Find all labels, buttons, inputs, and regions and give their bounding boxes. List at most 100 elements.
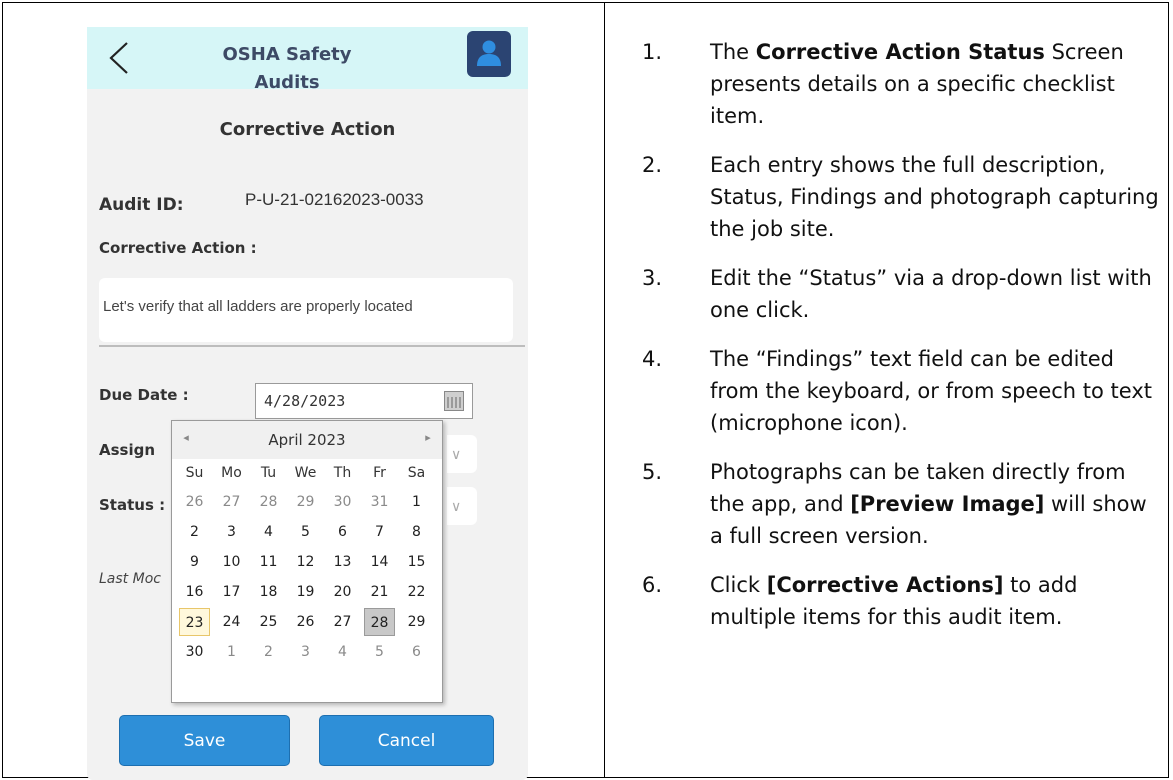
back-arrow-icon[interactable] xyxy=(105,41,133,75)
assign-dropdown[interactable]: ∨ xyxy=(447,435,477,473)
calendar-day[interactable]: 27 xyxy=(327,608,358,636)
assign-label: Assign xyxy=(99,441,156,459)
corrective-action-text: Let's verify that all ladders are proper… xyxy=(103,298,413,315)
instruction-text: Each entry shows the full description, S… xyxy=(710,153,1159,241)
calendar-day[interactable]: 7 xyxy=(364,518,395,546)
calendar-day[interactable]: 25 xyxy=(253,608,284,636)
instruction-number: 3. xyxy=(642,266,663,290)
instruction-text: The “Findings” text field can be edited … xyxy=(710,347,1152,435)
instruction-number: 6. xyxy=(642,573,663,597)
phone-screen: OSHA Safety Audits Corrective Action Aud… xyxy=(87,27,528,780)
instruction-number: 1. xyxy=(642,40,663,64)
calendar-days-grid: 26 27 28 29 30 31 1 2 3 4 5 6 7 8 9 10 11 12 13 14 15 16 17 18 1… xyxy=(176,487,438,667)
instruction-item: 4. The “Findings” text field can be edite… xyxy=(642,343,1162,439)
calendar-day[interactable]: 12 xyxy=(290,548,321,576)
calendar-day[interactable]: 2 xyxy=(253,638,284,666)
weekday-header: Su Mo Tu We Th Fr Sa xyxy=(176,461,438,485)
instruction-emphasis: [Preview Image] xyxy=(850,492,1045,516)
instruction-text: The xyxy=(710,40,756,64)
next-month-icon[interactable]: ▸ xyxy=(420,431,436,444)
calendar-day[interactable]: 4 xyxy=(253,518,284,546)
app-header: OSHA Safety Audits xyxy=(87,27,528,93)
corrective-action-label: Corrective Action : xyxy=(99,239,257,257)
date-picker-popup: ◂ April 2023 ▸ Su Mo Tu We Th Fr Sa 26 27 28 29 30… xyxy=(171,420,443,703)
instruction-number: 5. xyxy=(642,460,663,484)
calendar-day[interactable]: 1 xyxy=(216,638,247,666)
calendar-day[interactable]: 31 xyxy=(364,488,395,516)
weekday-label: Sa xyxy=(407,465,426,481)
calendar-header: ◂ April 2023 ▸ xyxy=(172,421,442,459)
calendar-day[interactable]: 27 xyxy=(216,488,247,516)
weekday-label: Tu xyxy=(260,465,277,481)
instruction-emphasis: Corrective Action Status xyxy=(755,40,1045,64)
screen-title: Corrective Action xyxy=(219,119,396,140)
instruction-item: 5. Photographs can be taken directly from… xyxy=(642,456,1162,552)
field-underline xyxy=(99,345,525,347)
chevron-down-icon: ∨ xyxy=(451,499,462,515)
calendar-day[interactable]: 29 xyxy=(401,608,432,636)
last-modified-label: Last Moc xyxy=(99,571,161,587)
cancel-button[interactable]: Cancel xyxy=(319,715,494,766)
due-date-input[interactable]: 4/28/2023 xyxy=(255,383,473,419)
weekday-label: Th xyxy=(333,465,352,481)
calendar-day[interactable]: 4 xyxy=(327,638,358,666)
instruction-text: Edit the “Status” via a drop-down list w… xyxy=(710,266,1152,322)
instruction-item: 1. The Corrective Action Status Screen pr… xyxy=(642,36,1162,132)
calendar-day[interactable]: 3 xyxy=(290,638,321,666)
user-avatar-icon[interactable] xyxy=(467,31,511,77)
calendar-day[interactable]: 13 xyxy=(327,548,358,576)
corrective-action-field[interactable]: Let's verify that all ladders are proper… xyxy=(99,278,513,342)
instruction-item: 3. Edit the “Status” via a drop-down list… xyxy=(642,262,1162,326)
calendar-month-label: April 2023 xyxy=(268,431,346,449)
due-date-value: 4/28/2023 xyxy=(264,392,346,410)
weekday-label: Su xyxy=(185,465,204,481)
calendar-day[interactable]: 10 xyxy=(216,548,247,576)
calendar-day[interactable]: 26 xyxy=(290,608,321,636)
calendar-day[interactable]: 14 xyxy=(364,548,395,576)
weekday-label: Mo xyxy=(221,465,242,481)
calendar-day[interactable]: 28 xyxy=(253,488,284,516)
calendar-day-selected[interactable]: 28 xyxy=(364,608,395,636)
calendar-day[interactable]: 26 xyxy=(179,488,210,516)
instructions-list: 1. The Corrective Action Status Screen pr… xyxy=(642,36,1162,650)
calendar-day[interactable]: 24 xyxy=(216,608,247,636)
calendar-day[interactable]: 15 xyxy=(401,548,432,576)
calendar-icon[interactable] xyxy=(444,391,464,411)
calendar-day-today[interactable]: 23 xyxy=(179,608,210,636)
due-date-label: Due Date : xyxy=(99,386,189,404)
calendar-day[interactable]: 9 xyxy=(179,548,210,576)
status-label: Status : xyxy=(99,496,166,514)
weekday-label: Fr xyxy=(373,465,386,481)
calendar-day[interactable]: 16 xyxy=(179,578,210,606)
calendar-day[interactable]: 18 xyxy=(253,578,284,606)
calendar-day[interactable]: 22 xyxy=(401,578,432,606)
calendar-day[interactable]: 20 xyxy=(327,578,358,606)
app-title: OSHA Safety Audits xyxy=(222,44,352,93)
calendar-day[interactable]: 1 xyxy=(401,488,432,516)
calendar-day[interactable]: 30 xyxy=(327,488,358,516)
calendar-day[interactable]: 11 xyxy=(253,548,284,576)
calendar-day[interactable]: 2 xyxy=(179,518,210,546)
chevron-down-icon: ∨ xyxy=(451,447,462,463)
calendar-day[interactable]: 17 xyxy=(216,578,247,606)
instruction-item: 2. Each entry shows the full description,… xyxy=(642,149,1162,245)
save-button[interactable]: Save xyxy=(119,715,290,766)
instruction-number: 4. xyxy=(642,347,663,371)
instruction-number: 2. xyxy=(642,153,663,177)
status-dropdown[interactable]: ∨ xyxy=(447,487,477,525)
calendar-day[interactable]: 3 xyxy=(216,518,247,546)
prev-month-icon[interactable]: ◂ xyxy=(178,431,194,444)
calendar-day[interactable]: 19 xyxy=(290,578,321,606)
instruction-emphasis: [Corrective Actions] xyxy=(766,573,1004,597)
calendar-day[interactable]: 8 xyxy=(401,518,432,546)
calendar-day[interactable]: 5 xyxy=(290,518,321,546)
calendar-day[interactable]: 5 xyxy=(364,638,395,666)
calendar-day[interactable]: 6 xyxy=(401,638,432,666)
calendar-day[interactable]: 30 xyxy=(179,638,210,666)
calendar-day[interactable]: 6 xyxy=(327,518,358,546)
weekday-label: We xyxy=(294,465,317,481)
calendar-day[interactable]: 21 xyxy=(364,578,395,606)
audit-id-label: Audit ID: xyxy=(99,195,184,215)
calendar-day[interactable]: 29 xyxy=(290,488,321,516)
column-divider xyxy=(604,2,605,778)
